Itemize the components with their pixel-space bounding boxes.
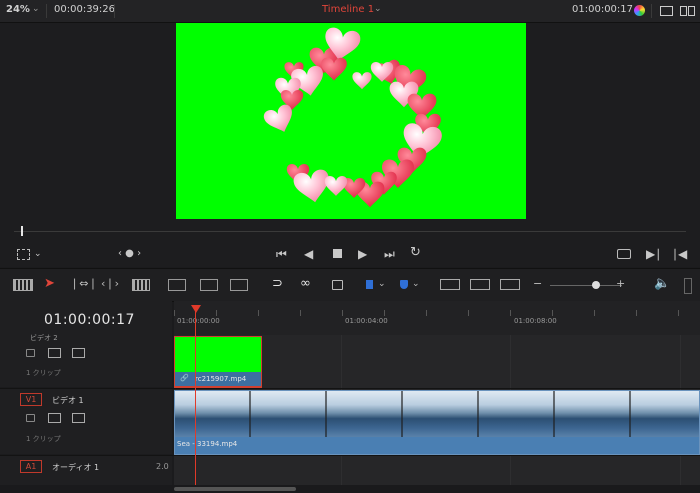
track-header-v2 <box>0 335 172 387</box>
ruler-label: 01:00:00:00 <box>177 317 220 325</box>
crop-icon[interactable] <box>17 249 30 260</box>
timeline-view-icon[interactable] <box>13 279 33 291</box>
monitor-icon[interactable] <box>72 413 85 423</box>
prev-edit-icon[interactable]: ∣◀ <box>672 247 687 261</box>
divider <box>46 4 47 18</box>
timeline-playhead[interactable] <box>195 309 196 485</box>
lock-track-icon[interactable] <box>26 349 35 357</box>
track-name-v2: ビデオ 2 <box>30 334 58 342</box>
loop-icon[interactable]: ↻ <box>410 246 421 260</box>
timeline-timecode: 01:00:00:17 <box>44 312 135 328</box>
clip-sea[interactable] <box>174 390 700 455</box>
first-frame-icon[interactable]: ⏮ <box>276 247 287 261</box>
stop-icon[interactable] <box>333 249 342 258</box>
transport-bar <box>0 241 700 267</box>
overwrite-icon[interactable] <box>200 279 218 291</box>
dropdown-icon[interactable]: ⌄ <box>378 277 386 291</box>
record-timecode: 01:00:00:17 <box>572 4 634 15</box>
video-frame <box>176 23 526 219</box>
lock-track-icon[interactable] <box>26 414 35 422</box>
divider <box>651 4 652 18</box>
zoom-custom-icon[interactable] <box>500 279 520 290</box>
auto-select-icon[interactable] <box>48 413 61 423</box>
zoom-slider[interactable] <box>550 285 622 286</box>
dropdown-icon[interactable]: ⌄ <box>374 4 382 14</box>
timeline-scrollbar-area <box>0 485 700 493</box>
zoom-minus-icon[interactable]: − <box>533 277 542 291</box>
playhead-marker[interactable] <box>191 305 201 313</box>
lock-icon[interactable] <box>332 280 343 290</box>
selection-icon[interactable]: ➤ <box>44 277 55 291</box>
auto-select-icon[interactable] <box>48 348 61 358</box>
source-timecode: 00:00:39:26 <box>54 4 116 15</box>
link-clip-icon: 🔗 <box>180 374 189 382</box>
dropdown-icon[interactable]: ⌄ <box>412 277 420 291</box>
trim-icon[interactable]: ❘⇔❘ <box>70 277 98 291</box>
track-name-v1: ビデオ 1 <box>52 396 84 405</box>
dropdown-icon[interactable]: ⌄ <box>34 247 42 261</box>
hearts-image <box>262 26 444 208</box>
replace-icon[interactable] <box>230 279 248 291</box>
marker-icon[interactable] <box>400 280 408 289</box>
play-icon[interactable]: ▶ <box>358 247 367 261</box>
clip-green-name: rc215907.mp4 <box>195 375 247 383</box>
link-icon[interactable]: ∞ <box>300 277 311 291</box>
prev-frame-icon[interactable]: ◀ <box>304 247 313 261</box>
dynamic-trim-icon[interactable]: ‹❘› <box>100 277 120 291</box>
divider <box>114 4 115 18</box>
track-channels-a1: 2.0 <box>156 462 169 471</box>
track-id-v1[interactable]: V1 <box>20 393 42 406</box>
dots-icon[interactable]: ‹ ● › <box>118 247 141 261</box>
last-frame-icon[interactable]: ⏭ <box>384 247 395 261</box>
ruler-label: 01:00:04:00 <box>345 317 388 325</box>
dual-viewer-icon[interactable] <box>688 6 695 16</box>
track-clip-count: 1 クリップ <box>26 369 61 377</box>
snap-icon[interactable]: ⊃ <box>272 277 283 291</box>
match-frame-icon[interactable] <box>617 249 631 259</box>
timeline-ruler[interactable] <box>174 301 700 336</box>
scrubber-track[interactable] <box>14 231 686 232</box>
ruler-ticks <box>174 310 700 316</box>
viewer-playhead[interactable] <box>21 226 23 236</box>
clip-sea-name: Sea - 33194.mp4 <box>177 440 238 448</box>
ruler-label: 01:00:08:00 <box>514 317 557 325</box>
zoom-full-icon[interactable] <box>440 279 460 290</box>
insert-icon[interactable] <box>168 279 186 291</box>
audio-meter <box>684 278 692 294</box>
color-icon[interactable] <box>634 5 645 16</box>
flag-icon[interactable] <box>366 280 373 289</box>
dual-viewer-icon[interactable] <box>680 6 687 16</box>
single-viewer-icon[interactable] <box>660 6 673 16</box>
next-edit-icon[interactable]: ▶∣ <box>646 247 661 261</box>
track-clip-count: 1 クリップ <box>26 435 61 443</box>
timeline-scrollbar[interactable] <box>174 487 296 491</box>
monitor-icon[interactable] <box>72 348 85 358</box>
track-name-a1: オーディオ 1 <box>52 463 100 472</box>
zoom-level[interactable]: 24% <box>6 4 30 15</box>
blade-icon[interactable] <box>132 279 150 291</box>
thumbnail-dividers <box>175 391 699 437</box>
timeline-name[interactable]: Timeline 1 <box>322 4 374 15</box>
zoom-detail-icon[interactable] <box>470 279 490 290</box>
zoom-plus-icon[interactable]: + <box>616 277 625 291</box>
track-id-a1[interactable]: A1 <box>20 460 42 473</box>
dropdown-icon[interactable]: ⌄ <box>32 4 40 14</box>
volume-icon[interactable]: 🔈 <box>654 277 670 291</box>
zoom-slider-handle[interactable] <box>592 281 600 289</box>
